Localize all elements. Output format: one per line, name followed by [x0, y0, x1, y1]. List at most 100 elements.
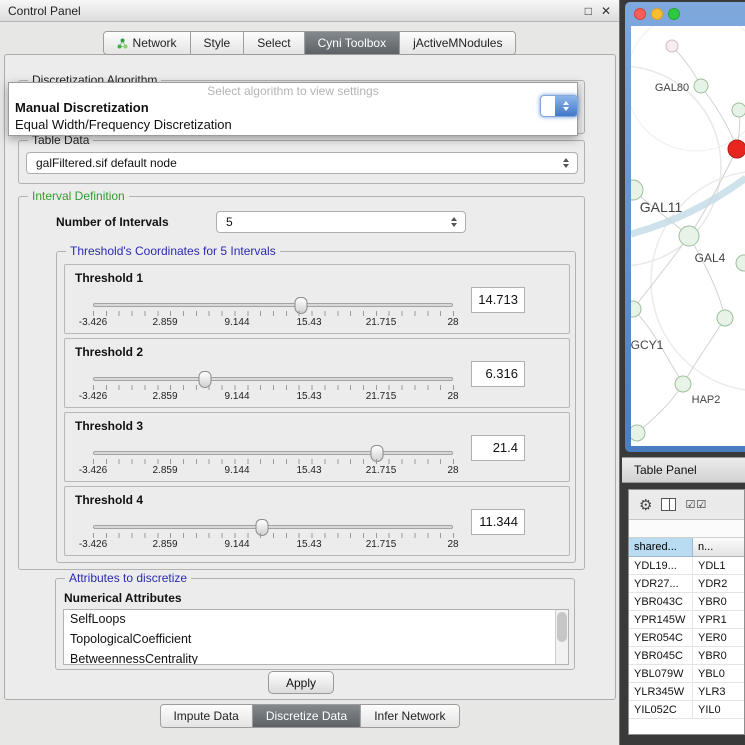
arrow-down-icon: [451, 223, 457, 227]
arrow-up-icon: [563, 158, 569, 162]
arrow-up-icon: [563, 101, 569, 105]
table-cell-name: YER0: [693, 629, 744, 646]
attribute-list-item[interactable]: BetweennessCentrality: [64, 650, 568, 665]
slider-tick-label: 15.43: [296, 465, 321, 476]
table-row[interactable]: YDR27...YDR2: [629, 575, 744, 593]
slider-ticks: [93, 533, 454, 538]
numerical-attributes-list[interactable]: SelfLoopsTopologicalCoefficientBetweenne…: [63, 609, 569, 665]
thresholds-group: Threshold's Coordinates for 5 Intervals …: [56, 251, 576, 563]
tab-jactivemnodules[interactable]: jActiveMNodules: [400, 32, 515, 54]
column-header-name[interactable]: n...: [693, 538, 744, 557]
control-panel-titlebar[interactable]: Control Panel □ ✕: [0, 0, 619, 22]
attribute-list-item[interactable]: TopologicalCoefficient: [64, 630, 568, 650]
slider-ticks: [93, 459, 454, 464]
num-intervals-label: Number of Intervals: [56, 215, 169, 229]
table-row[interactable]: YBR043CYBR0: [629, 593, 744, 611]
scrollbar-thumb[interactable]: [557, 612, 567, 642]
slider-scale: -3.4262.8599.14415.4321.71528: [93, 391, 453, 403]
attribute-list-item[interactable]: SelfLoops: [64, 610, 568, 630]
slider-tick-label: 2.859: [152, 465, 177, 476]
threshold-label: Threshold 4: [75, 493, 143, 507]
zoom-traffic-light-icon[interactable]: [668, 8, 680, 20]
slider-tick-label: 15.43: [296, 391, 321, 402]
tab-label: Network: [133, 36, 177, 50]
close-window-icon[interactable]: ✕: [601, 4, 611, 18]
threshold-slider[interactable]: [93, 303, 453, 307]
network-canvas[interactable]: GAL80GAL11GAL4GCY1HAP2: [631, 26, 745, 446]
table-panel-window: ⚙ ☑☑ shared... n... YDL19...YDL1YDR27...…: [628, 489, 745, 735]
tab-network[interactable]: Network: [104, 32, 191, 54]
tab-style[interactable]: Style: [191, 32, 245, 54]
float-window-icon[interactable]: □: [585, 4, 592, 18]
table-row[interactable]: YLR345WYLR3: [629, 683, 744, 701]
node-label: GAL80: [655, 82, 689, 94]
gear-icon[interactable]: ⚙: [639, 496, 652, 514]
tab-select[interactable]: Select: [244, 32, 304, 54]
list-scrollbar[interactable]: [555, 610, 568, 664]
threshold-slider[interactable]: [93, 525, 453, 529]
combobox-stepper-icon: [561, 158, 571, 168]
node-label: GAL4: [695, 251, 726, 265]
checkbox-icons[interactable]: ☑☑: [685, 498, 707, 511]
slider-tick-label: -3.426: [79, 391, 107, 402]
apply-button[interactable]: Apply: [268, 671, 334, 694]
algorithm-combobox[interactable]: [540, 95, 578, 117]
attributes-group: Attributes to discretize Numerical Attri…: [55, 578, 575, 670]
table-row[interactable]: YER054CYER0: [629, 629, 744, 647]
table-row[interactable]: YBR045CYBR0: [629, 647, 744, 665]
tab-label: Impute Data: [173, 709, 238, 723]
tab-infer-network[interactable]: Infer Network: [361, 705, 458, 727]
threshold-value-input[interactable]: 11.344: [471, 509, 525, 535]
columns-icon[interactable]: [661, 498, 676, 511]
threshold-value-input[interactable]: 6.316: [471, 361, 525, 387]
tab-label: Style: [204, 36, 231, 50]
table-cell-name: YDR2: [693, 575, 744, 592]
slider-tick-label: 2.859: [152, 539, 177, 550]
table-cell-shared-name: YER054C: [629, 629, 693, 646]
network-window-titlebar[interactable]: [625, 2, 745, 26]
table-row[interactable]: YIL052CYIL0: [629, 701, 744, 719]
dropdown-option-manual-discretization[interactable]: Manual Discretization: [9, 99, 577, 116]
table-cell-name: YBR0: [693, 593, 744, 610]
tab-impute-data[interactable]: Impute Data: [160, 705, 252, 727]
table-panel-titlebar[interactable]: Table Panel: [622, 457, 745, 483]
algorithm-dropdown-popup: Select algorithm to view settings Manual…: [8, 82, 578, 136]
tab-label: Cyni Toolbox: [318, 36, 386, 50]
desktop: Control Panel □ ✕ Network Style Select Cyni…: [0, 0, 745, 745]
slider-tick-label: 28: [447, 391, 458, 402]
arrow-up-icon: [451, 217, 457, 221]
threshold-value-input[interactable]: 21.4: [471, 435, 525, 461]
tab-label: Discretize Data: [266, 709, 347, 723]
table-row[interactable]: YPR145WYPR1: [629, 611, 744, 629]
tab-discretize-data[interactable]: Discretize Data: [253, 705, 361, 727]
num-intervals-combobox[interactable]: 5: [216, 211, 466, 233]
slider-scale: -3.4262.8599.14415.4321.71528: [93, 465, 453, 477]
threshold-label: Threshold 1: [75, 271, 143, 285]
threshold-1-panel: Threshold 1 -3.4262.8599.14415.4321.7152…: [64, 264, 570, 334]
combobox-stepper-icon: [555, 96, 577, 116]
slider-ticks: [93, 385, 454, 390]
table-row[interactable]: YBL079WYBL0: [629, 665, 744, 683]
close-traffic-light-icon[interactable]: [634, 8, 646, 20]
slider-tick-label: 9.144: [224, 539, 249, 550]
table-cell-name: YIL0: [693, 701, 744, 718]
threshold-slider[interactable]: [93, 377, 453, 381]
numerical-attributes-heading: Numerical Attributes: [64, 591, 182, 605]
interval-definition-group: Interval Definition Number of Intervals …: [18, 196, 585, 570]
table-data-combobox[interactable]: galFiltered.sif default node: [26, 152, 578, 174]
dropdown-option-equal-width-frequency[interactable]: Equal Width/Frequency Discretization: [9, 116, 577, 133]
group-title-thresholds: Threshold's Coordinates for 5 Intervals: [66, 244, 280, 258]
threshold-value-input[interactable]: 14.713: [471, 287, 525, 313]
arrow-down-icon: [563, 107, 569, 111]
table-cell-name: YBL0: [693, 665, 744, 682]
slider-tick-label: 9.144: [224, 465, 249, 476]
threshold-slider[interactable]: [93, 451, 453, 455]
group-title-interval-definition: Interval Definition: [28, 189, 129, 203]
tab-cyni-toolbox[interactable]: Cyni Toolbox: [305, 32, 400, 54]
table-row[interactable]: YDL19...YDL1: [629, 557, 744, 575]
minimize-traffic-light-icon[interactable]: [651, 8, 663, 20]
table-header-row: shared... n...: [629, 538, 744, 557]
threshold-label: Threshold 3: [75, 419, 143, 433]
threshold-3-panel: Threshold 3 -3.4262.8599.14415.4321.7152…: [64, 412, 570, 482]
column-header-shared-name[interactable]: shared...: [629, 538, 693, 557]
